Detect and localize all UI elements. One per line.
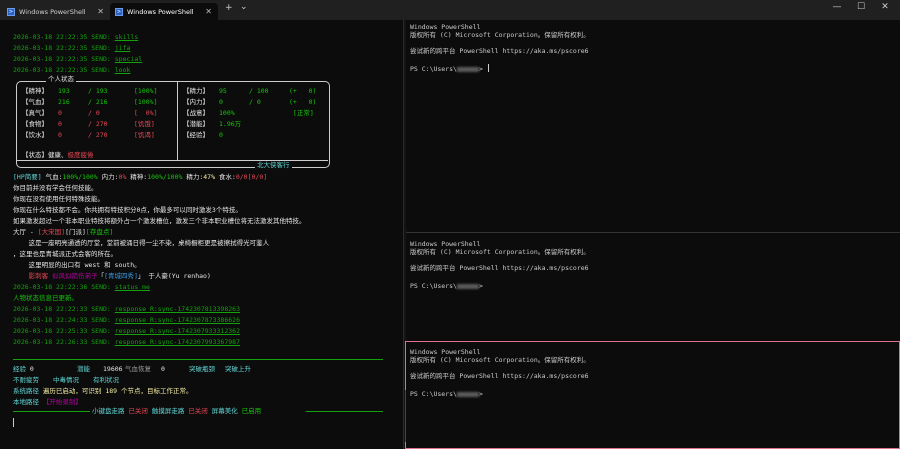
maximize-button[interactable]: ☐ [852,2,870,12]
ps-header: Windows PowerShell [410,23,481,31]
stat-exp: 【经验】 0 [183,131,223,139]
redacted-username [456,66,479,72]
send-line: 2026-03-18 22:22:36 SEND: status_me [13,283,150,291]
info-line: 如果激发超过一个非本职业特技将额外占一个激发槽位，激发三个非本职业槽位将无法激发… [13,217,306,225]
ps-copyright: 版权所有 (C) Microsoft Corporation。保留所有权利。 [410,356,590,364]
info-line: 你现在什么特技都不会。你共拥有特技积分0点，你最多可以同时激发3个特技。 [13,206,242,214]
tab-powershell-1[interactable]: > Windows PowerShell ✕ [2,3,110,20]
state-line: 【状态】健康、极度疲倦 [22,151,94,159]
ps-header: Windows PowerShell [410,348,481,356]
tab-label: Windows PowerShell [127,7,194,16]
room-exits: 这里明显的出口有 west 和 south。 [13,261,141,269]
tab-powershell-2[interactable]: > Windows PowerShell ✕ [110,3,218,20]
status-title: 个人状态 [46,75,76,83]
ps-prompt: PS C:\Users\ > [410,390,483,398]
close-icon[interactable]: ✕ [205,7,212,16]
stat-spirit: 【精神】 193/ 193 [100%] [22,87,158,95]
stat-battle: 【战意】 100% [正常] [183,109,314,117]
send-line: 2026-03-18 22:25:33 SEND: response R:syn… [13,327,240,335]
send-line: 2026-03-18 22:22:35 SEND: special [13,55,143,63]
bottom-row-4: 本地路径 【开始录制】 [13,398,82,406]
stat-qi: 【真气】 0/ 0[ 0%] [22,109,158,117]
send-line: 2026-03-18 22:24:33 SEND: response R:syn… [13,316,240,324]
room-desc: 这是一座明亮通透的厅堂，堂前被涌日得一尘不染，桌椅橱柜更是被擦拭得光可鉴人 [13,239,270,247]
close-icon[interactable]: ✕ [97,7,104,16]
ps-prompt: PS C:\Users\ > [410,282,483,290]
right-terminal-pane-middle[interactable]: Windows PowerShell 版权所有 (C) Microsoft Co… [406,232,900,340]
footer-title: 北大侠客行 [255,161,292,169]
ps-header: Windows PowerShell [410,240,481,248]
ps-tip: 尝试新的跨平台 PowerShell https://aka.ms/pscore… [410,47,589,55]
right-terminal-pane-top[interactable]: Windows PowerShell 版权所有 (C) Microsoft Co… [406,20,900,230]
ps-copyright: 版权所有 (C) Microsoft Corporation。保留所有权利。 [410,248,590,256]
new-tab-button[interactable]: + [225,3,233,13]
redacted-username [456,391,479,397]
room-npc: 影刺客 似风似箭伤弟子「[青城四秀]」 于人豪(Yu renhao) [28,272,211,280]
stat-food: 【食物】 0/ 270 [饥饿] [22,120,155,128]
info-line: 你现在没有使用任何特殊技能。 [13,195,104,203]
scrollbar[interactable] [405,390,406,442]
divider-line [13,359,383,360]
divider-line [13,411,90,412]
send-line: 2026-03-18 22:26:33 SEND: response R:syn… [13,338,240,346]
room-desc: ，这里也是青城派正式会客的所在。 [13,250,117,258]
stat-potential: 【潜能】 1.96万 [183,120,242,128]
left-terminal-pane[interactable]: 2026-03-18 22:22:35 SEND: skills 2026-03… [0,20,403,449]
send-line: 2026-03-18 22:22:35 SEND: jifa [13,44,131,52]
send-line: 2026-03-18 22:22:33 SEND: response R:syn… [13,305,240,313]
bottom-row-5: 小键盘走路 已关闭 触摸屏走路 已关闭 屏幕美化 已启用 [92,407,262,415]
title-bar: > Windows PowerShell ✕ > Windows PowerSh… [0,0,900,20]
ps-copyright: 版权所有 (C) Microsoft Corporation。保留所有权利。 [410,31,590,39]
hp-summary: [HP简要] 气血:100%/100% 内力:0% 精神:100%/100% 精… [13,173,268,181]
ps-tip: 尝试新的跨平台 PowerShell https://aka.ms/pscore… [410,372,589,380]
send-line: 2026-03-18 22:22:35 SEND: skills [13,33,139,41]
redacted-username [456,283,479,289]
status-divider [177,81,178,160]
bottom-row-2: 不耐疲劳 中毒情况 有利状况 [13,376,119,384]
status-updated: 人物状态信息已更新。 [13,294,78,302]
close-window-button[interactable]: ✕ [876,2,894,12]
stat-water: 【饮水】 0/ 270 [饥渴] [22,131,155,139]
chevron-down-icon[interactable]: ⌄ [240,2,248,12]
info-line: 你目前并没有学会任何技能。 [13,184,98,192]
ps-prompt: PS C:\Users\ > [410,65,483,73]
stat-hp: 【气血】 216/ 216 [100%] [22,98,158,106]
minimize-button[interactable]: — [828,2,846,12]
room-title: 大厅 - [大宋国][门派][存盘点] [13,228,114,236]
bottom-row-3: 系统路径 遍历已启动，可识别 189 个节点，目标工作正常。 [13,387,193,395]
stat-neili: 【内力】 0/ 0 (+ 0) [183,98,317,106]
powershell-icon: > [7,7,15,16]
right-terminal-pane-bottom[interactable]: Windows PowerShell 版权所有 (C) Microsoft Co… [405,341,900,449]
send-line: 2026-03-18 22:22:35 SEND: look [13,66,131,74]
tab-label: Windows PowerShell [19,7,86,16]
divider-line [306,411,383,412]
stat-energy: 【精力】 95/ 100 (+ 0) [183,87,317,95]
ps-tip: 尝试新的跨平台 PowerShell https://aka.ms/pscore… [410,264,589,272]
text-cursor [488,64,489,72]
bottom-row-1: 经验 0 潜能 19606 气血恢复 0 突破瓶颈 突破上升 [13,365,251,373]
text-cursor [13,418,14,427]
powershell-icon: > [115,7,123,16]
